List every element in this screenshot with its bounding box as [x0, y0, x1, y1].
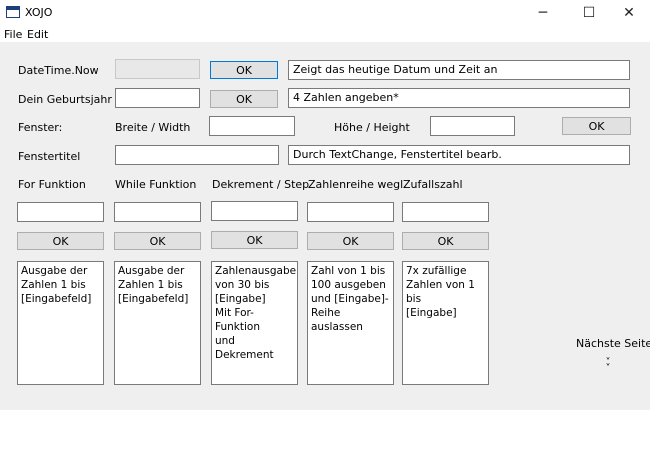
column-ok-button[interactable]: OK — [114, 232, 201, 250]
width-input[interactable] — [209, 116, 295, 136]
column-input[interactable] — [307, 202, 394, 222]
column-ok-button[interactable]: OK — [17, 232, 104, 250]
close-icon[interactable]: ✕ — [606, 0, 650, 26]
column-ok-button[interactable]: OK — [307, 232, 394, 250]
double-chevron-down-icon[interactable]: ˅ ˅ — [603, 358, 613, 374]
height-label: Höhe / Height — [334, 121, 410, 134]
column-header: While Funktion — [115, 178, 197, 191]
column-input[interactable] — [402, 202, 489, 222]
minimize-icon[interactable]: ─ — [520, 0, 566, 26]
birthyear-label: Dein Geburtsjahr — [18, 93, 112, 106]
column-input[interactable] — [17, 202, 104, 222]
column-header: Dekrement / Step — [212, 178, 310, 191]
column-header: For Funktion — [18, 178, 86, 191]
column-output[interactable]: 7x zufällige Zahlen von 1 bis [Eingabe] — [402, 261, 489, 385]
column-header: Zahlenreihe wegl. — [308, 178, 407, 191]
column-input[interactable] — [211, 201, 298, 221]
datetime-label: DateTime.Now — [18, 64, 99, 77]
column-output[interactable]: Ausgabe der Zahlen 1 bis [Eingabefeld] — [17, 261, 104, 385]
height-input[interactable] — [430, 116, 515, 136]
window-title: XOJO — [25, 6, 53, 19]
column-ok-button[interactable]: OK — [211, 231, 298, 249]
app-window-icon — [6, 6, 20, 18]
datetime-input[interactable] — [115, 59, 200, 79]
datetime-ok-button[interactable]: OK — [210, 61, 278, 79]
window-size-label: Fenster: — [18, 121, 63, 134]
birthyear-input[interactable] — [115, 88, 200, 108]
menu-file[interactable]: File — [4, 28, 22, 41]
window-size-ok-button[interactable]: OK — [562, 117, 631, 135]
column-output[interactable]: Zahlenausgabe von 30 bis [Eingabe] Mit F… — [211, 261, 298, 385]
column-input[interactable] — [114, 202, 201, 222]
window-title-output[interactable]: Durch TextChange, Fenstertitel bearb. — [288, 145, 630, 165]
width-label: Breite / Width — [115, 121, 191, 134]
column-header: Zufallszahl — [403, 178, 463, 191]
birthyear-ok-button[interactable]: OK — [210, 90, 278, 108]
next-page-label[interactable]: Nächste Seite — [576, 337, 650, 350]
window-title-input[interactable] — [115, 145, 279, 165]
column-ok-button[interactable]: OK — [402, 232, 489, 250]
column-output[interactable]: Ausgabe der Zahlen 1 bis [Eingabefeld] — [114, 261, 201, 385]
window-title-label: Fenstertitel — [18, 150, 81, 163]
menu-edit[interactable]: Edit — [27, 28, 48, 41]
column-output[interactable]: Zahl von 1 bis 100 ausgeben und [Eingabe… — [307, 261, 394, 385]
datetime-output[interactable]: Zeigt das heutige Datum und Zeit an — [288, 60, 630, 80]
menu-bar — [0, 26, 650, 42]
birthyear-output[interactable]: 4 Zahlen angeben* — [288, 88, 630, 108]
